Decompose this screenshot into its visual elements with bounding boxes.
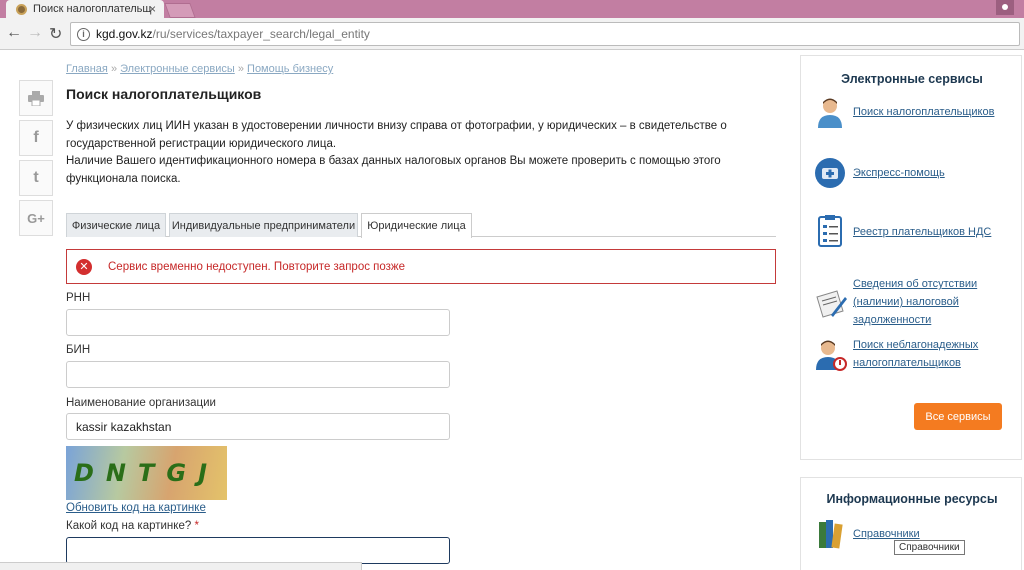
browser-titlebar: Поиск налогоплательщ ×: [0, 0, 1024, 18]
url-path: /ru/services/taxpayer_search/legal_entit…: [152, 27, 370, 41]
back-icon[interactable]: ←: [6, 24, 22, 42]
facebook-icon[interactable]: f: [19, 120, 53, 156]
print-icon[interactable]: [19, 80, 53, 116]
intro-paragraph-2: Наличие Вашего идентификационного номера…: [66, 155, 721, 185]
error-alert: ✕ Сервис временно недоступен. Повторите …: [66, 249, 776, 284]
breadcrumb-home[interactable]: Главная: [66, 63, 108, 75]
twitter-icon[interactable]: t: [19, 160, 53, 196]
info-resources-title: Информационные ресурсы: [826, 492, 998, 506]
status-bar: [0, 562, 362, 570]
clipboard-icon: [818, 215, 842, 247]
captcha-code: DNTGJ: [73, 459, 219, 487]
captcha-input[interactable]: [66, 537, 450, 564]
required-mark: *: [194, 520, 199, 532]
service-link-tax-debt-info[interactable]: Сведения об отсутствии (наличии) налогов…: [853, 275, 1013, 329]
breadcrumb-business-help[interactable]: Помощь бизнесу: [247, 63, 333, 75]
rnn-input[interactable]: [66, 309, 450, 336]
browser-toolbar: ← → ↻ i kgd.gov.kz/ru/services/taxpayer_…: [0, 18, 1024, 50]
e-services-title: Электронные сервисы: [841, 72, 983, 86]
tab-entrepreneurs[interactable]: Индивидуальные предприниматели: [169, 213, 358, 237]
page-title: Поиск налогоплательщиков: [66, 86, 262, 102]
service-link-vat-registry[interactable]: Реестр плательщиков НДС: [853, 223, 1013, 241]
entity-tabs: Физические лица Индивидуальные предприни…: [66, 213, 776, 238]
site-info-icon[interactable]: i: [77, 27, 90, 41]
org-name-label: Наименование организации: [66, 397, 216, 409]
first-aid-icon: [815, 158, 845, 188]
bin-label: БИН: [66, 344, 91, 356]
breadcrumb: Главная » Электронные сервисы » Помощь б…: [66, 63, 333, 75]
browser-tab-title: Поиск налогоплательщ: [33, 3, 152, 15]
service-link-express-help[interactable]: Экспресс-помощь: [853, 164, 1013, 182]
tooltip: Справочники: [894, 540, 965, 555]
favicon-icon: [16, 3, 27, 15]
tab-legal-entities[interactable]: Юридические лица: [361, 213, 472, 238]
breadcrumb-e-services[interactable]: Электронные сервисы: [120, 63, 235, 75]
intro-paragraph-1: У физических лиц ИИН указан в удостовере…: [66, 120, 727, 150]
captcha-label: Какой код на картинке? *: [66, 520, 199, 532]
books-icon: [819, 520, 843, 549]
reload-icon[interactable]: ↻: [49, 24, 62, 44]
close-tab-icon[interactable]: ×: [149, 2, 156, 16]
all-services-button[interactable]: Все сервисы: [914, 403, 1002, 430]
captcha-image: DNTGJ: [66, 446, 227, 500]
info-resources-panel: Информационные ресурсы Справочники: [800, 477, 1022, 570]
service-link-taxpayer-search[interactable]: Поиск налогоплательщиков: [853, 103, 1013, 121]
e-services-panel: Электронные сервисы Поиск налогоплательщ…: [800, 55, 1022, 460]
org-name-input[interactable]: [66, 413, 450, 440]
service-link-unreliable-taxpayers[interactable]: Поиск неблагонадежных налогоплательщиков: [853, 336, 1013, 372]
profile-icon[interactable]: [996, 0, 1014, 15]
captcha-label-text: Какой код на картинке?: [66, 520, 192, 532]
user-icon: [818, 98, 842, 128]
rnn-label: РНН: [66, 292, 91, 304]
new-tab-button[interactable]: [164, 3, 196, 18]
user-warning-icon: [816, 340, 847, 371]
refresh-captcha-link[interactable]: Обновить код на картинке: [66, 502, 206, 514]
error-icon: ✕: [76, 258, 92, 275]
address-bar[interactable]: i kgd.gov.kz/ru/services/taxpayer_search…: [70, 22, 1020, 46]
tab-individuals[interactable]: Физические лица: [66, 213, 166, 237]
document-pen-icon: [816, 290, 847, 318]
error-message: Сервис временно недоступен. Повторите за…: [108, 260, 406, 273]
forward-icon[interactable]: →: [27, 24, 43, 42]
google-plus-icon[interactable]: G+: [19, 200, 53, 236]
bin-input[interactable]: [66, 361, 450, 388]
intro-text: У физических лиц ИИН указан в удостовере…: [66, 118, 766, 188]
breadcrumb-separator: »: [237, 63, 244, 75]
browser-tab[interactable]: Поиск налогоплательщ ×: [6, 0, 164, 18]
breadcrumb-separator: »: [110, 63, 118, 75]
url-host: kgd.gov.kz: [96, 27, 153, 41]
